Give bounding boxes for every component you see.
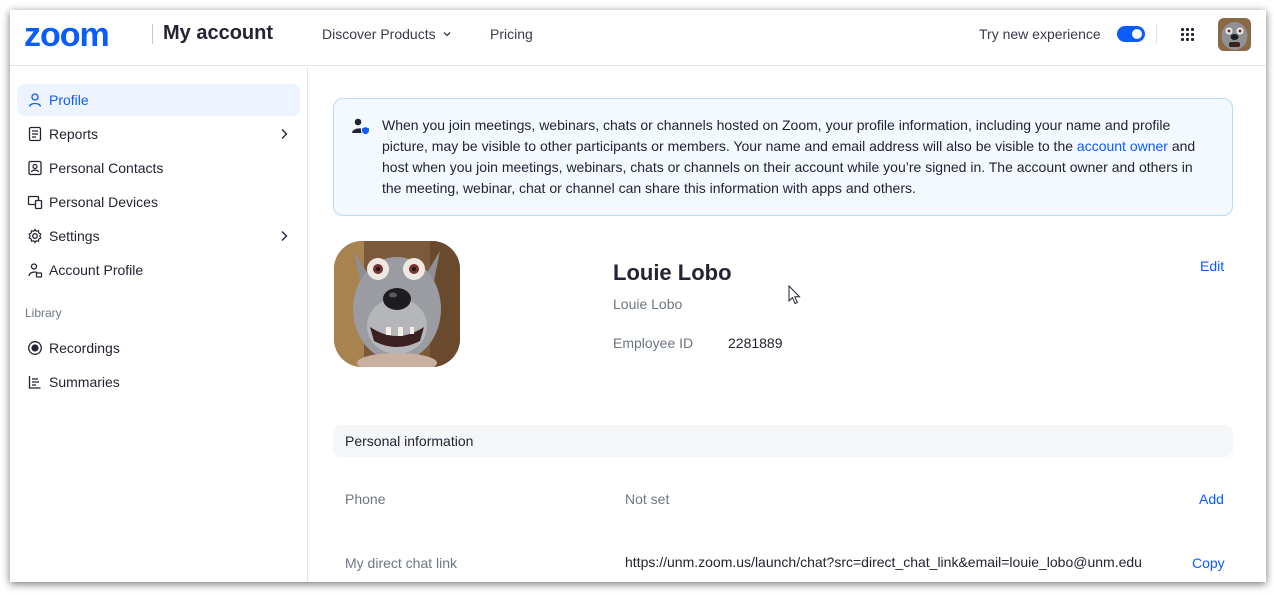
header-divider bbox=[152, 24, 153, 44]
zoom-logo[interactable]: zoom bbox=[24, 18, 140, 52]
phone-value: Not set bbox=[625, 491, 670, 507]
sidebar: Profile Reports Personal Contacts Person… bbox=[10, 67, 308, 582]
account-profile-icon bbox=[28, 263, 43, 278]
page-title: My account bbox=[163, 22, 274, 44]
sidebar-item-label: Profile bbox=[49, 92, 89, 108]
record-icon bbox=[28, 341, 42, 355]
copy-chat-link-button[interactable]: Copy bbox=[1192, 555, 1225, 571]
apps-grid-icon[interactable] bbox=[1180, 27, 1196, 43]
sidebar-item-label: Summaries bbox=[49, 374, 120, 390]
sidebar-item-reports[interactable]: Reports bbox=[17, 118, 300, 150]
profile-picture[interactable] bbox=[334, 241, 460, 367]
sidebar-item-profile[interactable]: Profile bbox=[17, 84, 300, 116]
sidebar-item-label: Reports bbox=[49, 126, 99, 142]
chevron-down-icon bbox=[443, 32, 451, 37]
phone-label: Phone bbox=[345, 491, 386, 507]
sidebar-item-recordings[interactable]: Recordings bbox=[17, 332, 300, 364]
privacy-notice: When you join meetings, webinars, chats … bbox=[333, 98, 1233, 216]
add-phone-button[interactable]: Add bbox=[1199, 491, 1224, 507]
try-new-experience-toggle[interactable] bbox=[1117, 26, 1145, 42]
chevron-right-icon bbox=[281, 129, 288, 139]
sidebar-item-label: Account Profile bbox=[49, 262, 144, 278]
notice-text-part-1: When you join meetings, webinars, chats … bbox=[382, 117, 1171, 154]
edit-profile-button[interactable]: Edit bbox=[1200, 258, 1224, 274]
sidebar-item-label: Personal Contacts bbox=[49, 160, 164, 176]
account-owner-link[interactable]: account owner bbox=[1077, 138, 1168, 154]
header-divider-right bbox=[1156, 24, 1157, 44]
sidebar-item-label: Settings bbox=[49, 228, 100, 244]
sidebar-item-settings[interactable]: Settings bbox=[17, 220, 300, 252]
profile-name: Louie Lobo bbox=[613, 260, 732, 285]
personal-information-header: Personal information bbox=[333, 425, 1233, 457]
try-new-experience-label: Try new experience bbox=[979, 26, 1101, 42]
personal-information-title: Personal information bbox=[345, 433, 474, 449]
chevron-right-icon bbox=[281, 231, 288, 241]
contacts-icon bbox=[28, 160, 42, 176]
mouse-cursor-icon bbox=[788, 285, 801, 305]
sidebar-item-personal-contacts[interactable]: Personal Contacts bbox=[17, 152, 300, 184]
sidebar-item-label: Personal Devices bbox=[49, 194, 158, 210]
direct-chat-link-label: My direct chat link bbox=[345, 555, 458, 571]
direct-chat-link-value: https://unm.zoom.us/launch/chat?src=dire… bbox=[625, 554, 1142, 570]
privacy-notice-text: When you join meetings, webinars, chats … bbox=[382, 115, 1212, 199]
pricing-link[interactable]: Pricing bbox=[490, 26, 533, 42]
profile-display-name: Louie Lobo bbox=[613, 296, 683, 312]
report-icon bbox=[28, 126, 42, 142]
devices-icon bbox=[27, 195, 43, 210]
employee-id-label: Employee ID bbox=[613, 335, 694, 351]
sidebar-item-personal-devices[interactable]: Personal Devices bbox=[17, 186, 300, 218]
sidebar-item-summaries[interactable]: Summaries bbox=[17, 366, 300, 398]
sidebar-item-account-profile[interactable]: Account Profile bbox=[17, 254, 300, 286]
top-header: zoom My account Discover Products Pricin… bbox=[10, 10, 1266, 66]
sidebar-section-library: Library bbox=[25, 306, 62, 320]
person-icon bbox=[28, 93, 42, 107]
zoom-logo-text: zoom bbox=[24, 16, 110, 54]
summaries-icon bbox=[28, 376, 41, 389]
avatar-image bbox=[1218, 18, 1251, 51]
sidebar-item-label: Recordings bbox=[49, 340, 120, 356]
browser-window: zoom My account Discover Products Pricin… bbox=[10, 10, 1266, 582]
main-content: When you join meetings, webinars, chats … bbox=[309, 67, 1266, 582]
gear-icon bbox=[28, 228, 42, 244]
privacy-shield-person-icon bbox=[352, 118, 370, 136]
discover-products-label: Discover Products bbox=[322, 26, 436, 42]
pricing-label: Pricing bbox=[490, 26, 533, 42]
user-avatar[interactable] bbox=[1218, 18, 1251, 51]
discover-products-menu[interactable]: Discover Products bbox=[322, 26, 452, 42]
employee-id-value: 2281889 bbox=[728, 335, 783, 351]
profile-picture-image bbox=[334, 241, 460, 367]
